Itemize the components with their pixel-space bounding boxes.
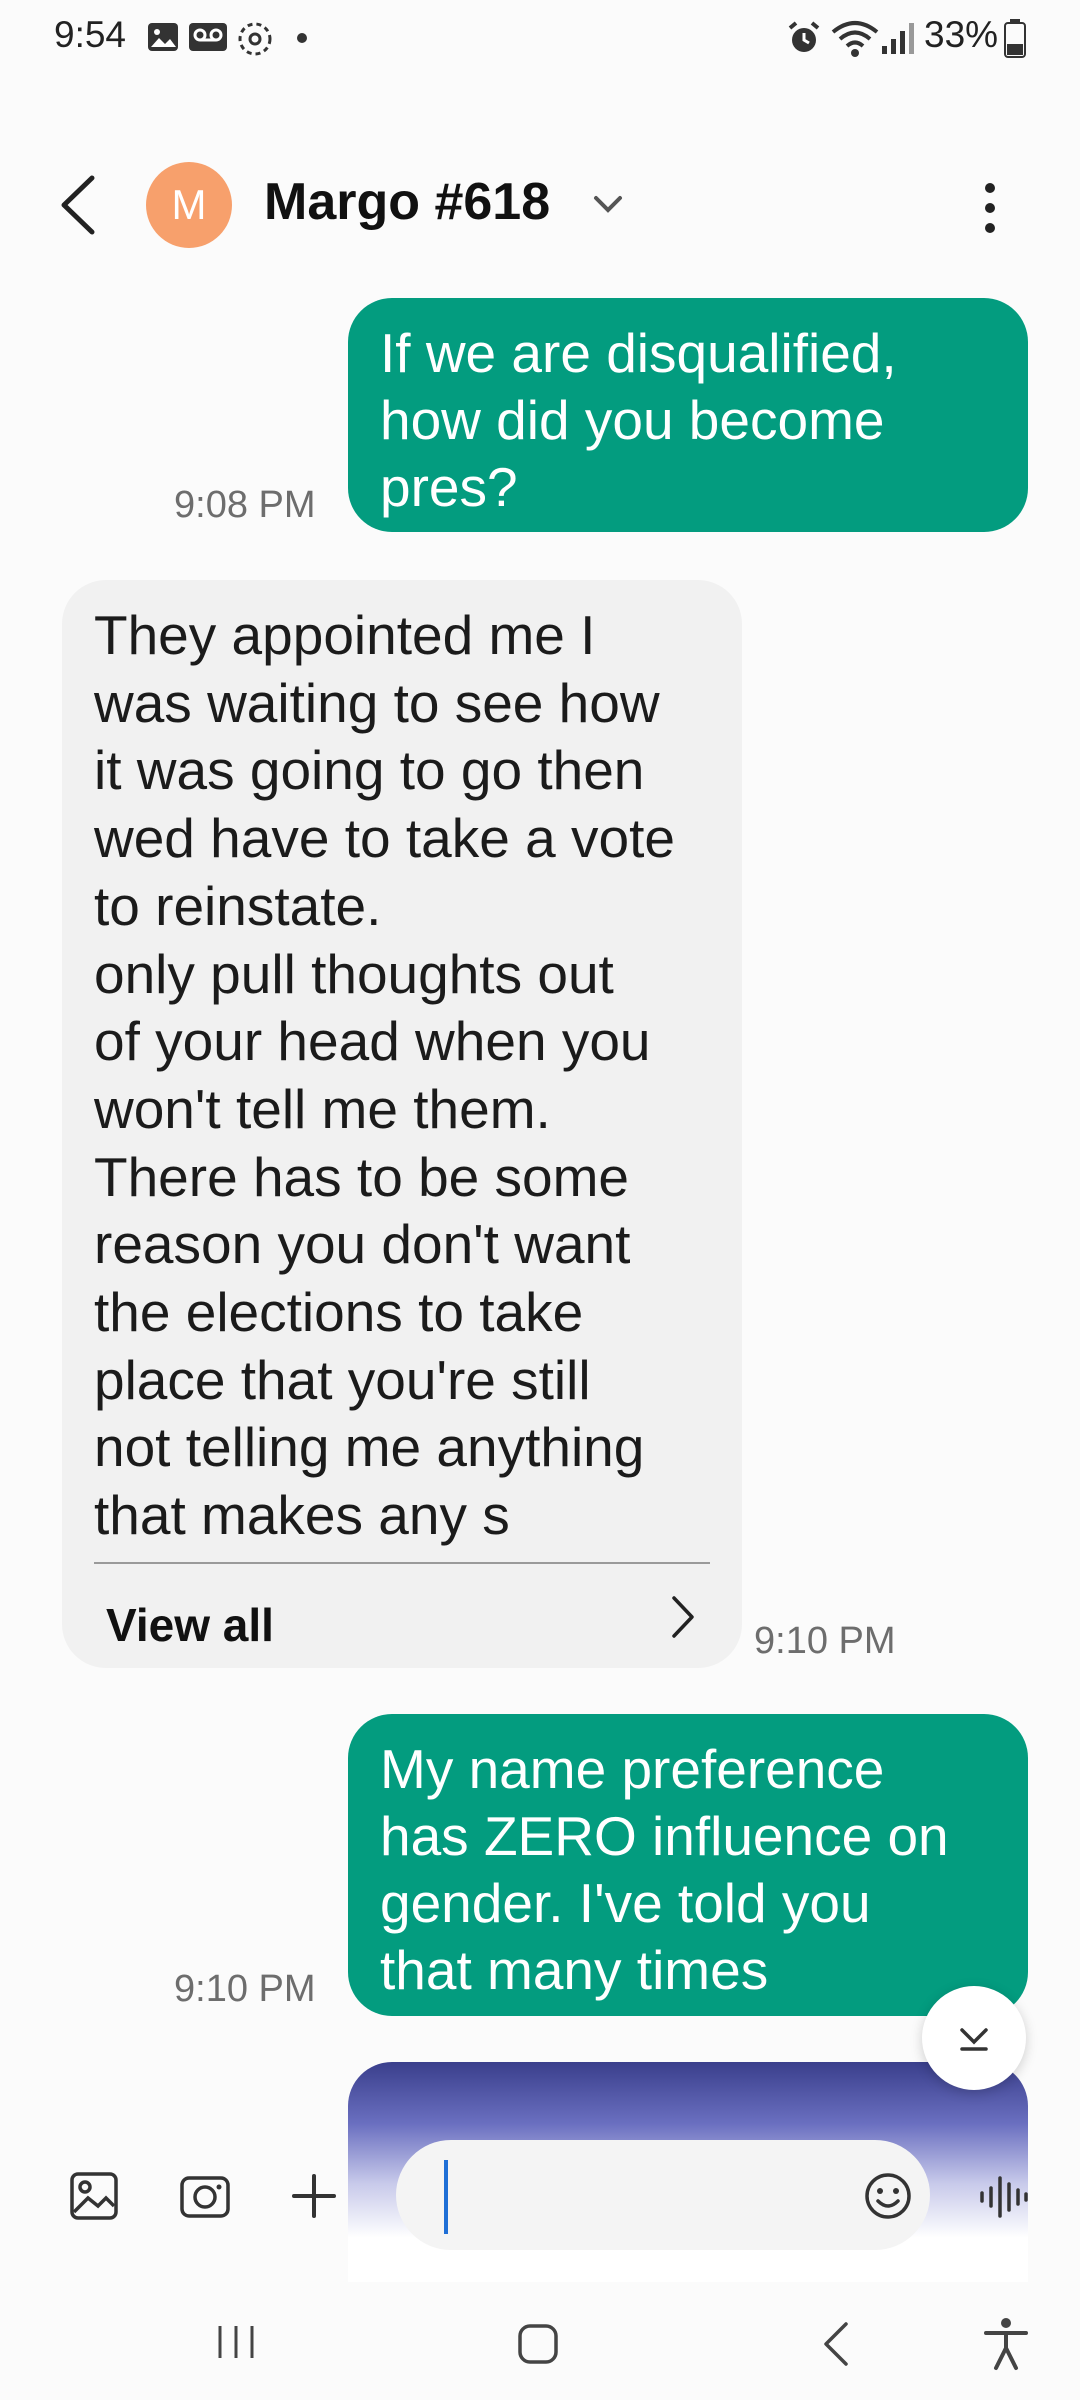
message-line: was waiting to see how [94, 671, 660, 734]
message-timestamp: 9:10 PM [754, 1620, 896, 1662]
accessibility-icon[interactable] [982, 2316, 1030, 2372]
gallery-icon[interactable] [68, 2170, 120, 2222]
recent-apps-icon[interactable] [212, 2318, 260, 2366]
message-line: If we are disqualified, [380, 322, 897, 384]
navigation-bar [0, 2290, 1080, 2400]
message-line: They appointed me I [94, 604, 596, 666]
camera-icon[interactable] [178, 2170, 232, 2222]
message-bubble-incoming[interactable]: They appointed me I was waiting to see h… [62, 580, 742, 1668]
battery-icon [1004, 19, 1026, 58]
message-line: reason you don't want [94, 1213, 631, 1276]
sync-icon [238, 22, 272, 56]
message-line: gender. I've told you [380, 1872, 871, 1934]
chevron-down-icon[interactable] [590, 190, 626, 220]
view-all-divider [94, 1562, 710, 1564]
dot-icon [297, 33, 307, 43]
voicemail-icon [189, 23, 227, 51]
scroll-to-bottom-button[interactable] [922, 1986, 1026, 2090]
message-line: won't tell me them. [94, 1077, 551, 1140]
avatar-letter: M [171, 181, 207, 228]
back-button[interactable] [50, 170, 110, 240]
battery-percent: 33% [924, 14, 999, 55]
message-line: that many times [380, 1939, 769, 2001]
message-line: how did you become [380, 389, 885, 451]
message-timestamp: 9:10 PM [174, 1968, 316, 2010]
alarm-icon [788, 21, 820, 52]
message-line: has ZERO influence on [380, 1805, 949, 1867]
message-line: pres? [380, 456, 518, 518]
more-options-button[interactable] [975, 178, 1005, 238]
gallery-icon [148, 23, 178, 51]
message-line: wed have to take a vote [94, 807, 675, 870]
message-line: the elections to take [94, 1281, 584, 1344]
avatar[interactable]: M [146, 162, 232, 248]
message-line: that makes any s [94, 1484, 510, 1547]
message-line: My name preference [380, 1738, 885, 1800]
status-time: 9:54 [54, 14, 127, 55]
voice-input-icon[interactable] [978, 2172, 1030, 2222]
message-line: place that you're still [94, 1348, 591, 1411]
nav-back-icon[interactable] [816, 2318, 856, 2370]
message-line: of your head when you [94, 1010, 651, 1073]
emoji-icon[interactable] [862, 2170, 914, 2222]
message-line: to reinstate. [94, 874, 382, 937]
view-all-label: View all [106, 1599, 274, 1651]
chevron-down-icon [960, 2028, 988, 2051]
message-line: There has to be some [94, 1145, 630, 1208]
contact-name[interactable]: Margo #618 [264, 172, 550, 232]
status-bar: 9:54 33% [0, 0, 1080, 80]
add-icon[interactable] [288, 2170, 340, 2222]
message-line: it was going to go then [94, 739, 645, 802]
text-cursor [444, 2160, 448, 2234]
message-line: only pull thoughts out [94, 942, 614, 1005]
view-all-button[interactable]: View all [94, 1570, 710, 1660]
message-line: not telling me anything [94, 1416, 645, 1479]
home-icon[interactable] [512, 2318, 564, 2370]
chevron-right-icon [672, 1596, 694, 1638]
message-timestamp: 9:08 PM [174, 484, 316, 526]
message-input[interactable] [396, 2140, 930, 2250]
message-bubble-outgoing[interactable]: My name preference has ZERO influence on… [348, 1714, 1028, 2016]
signal-icon [882, 23, 914, 54]
message-bubble-outgoing[interactable]: If we are disqualified, how did you beco… [348, 298, 1028, 532]
wifi-icon [831, 21, 879, 57]
